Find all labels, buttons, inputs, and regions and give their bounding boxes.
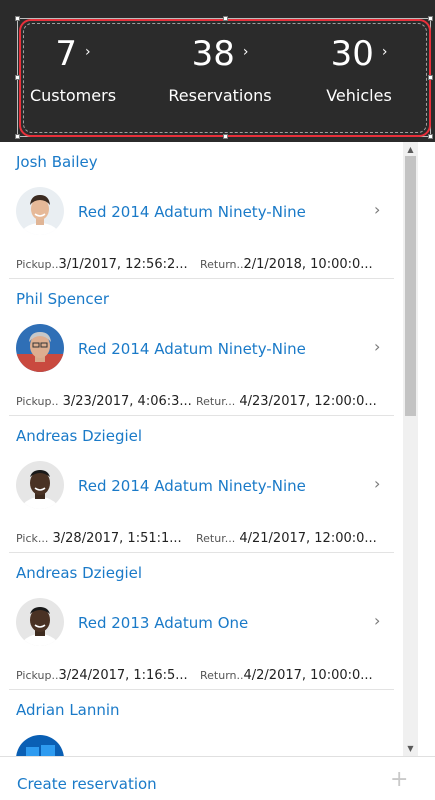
- avatar: [16, 598, 64, 646]
- windows-logo-icon: [16, 735, 64, 756]
- vehicle-name[interactable]: Red 2014 Adatum Ninety-Nine: [78, 203, 306, 221]
- return-info: Retur... 4/23/2017, 12:00:0...: [196, 394, 377, 409]
- scrollbar-thumb[interactable]: [405, 156, 416, 416]
- vehicle-name[interactable]: Red 2014 Adatum Ninety-Nine: [78, 477, 306, 495]
- chevron-right-icon: ›: [381, 44, 388, 60]
- avatar: [16, 187, 64, 235]
- pickup-info: Pick... 3/28/2017, 1:51:1...: [16, 531, 182, 546]
- pickup-date: 3/24/2017, 1:16:5...: [58, 668, 188, 683]
- customer-name[interactable]: Andreas Dziegiel: [16, 427, 142, 445]
- avatar: [16, 324, 64, 372]
- reservation-item[interactable]: Andreas Dziegiel Red 2014 Adatum Ninety-…: [0, 416, 403, 553]
- customer-name[interactable]: Phil Spencer: [16, 290, 109, 308]
- pickup-label: Pickup..: [16, 669, 59, 682]
- reservation-item[interactable]: Josh Bailey Red 2014 Adatum Ninety-Nine …: [0, 142, 403, 279]
- chevron-right-icon: ›: [242, 44, 249, 60]
- chevron-right-icon[interactable]: ›: [374, 474, 380, 493]
- reservation-item[interactable]: Phil Spencer Red 2014 Adatum Ninety-Nine…: [0, 279, 403, 416]
- stat-reservations-count: 38: [191, 34, 235, 74]
- return-date: 2/1/2018, 10:00:0...: [243, 257, 373, 272]
- reservation-item[interactable]: Adrian Lannin: [0, 690, 403, 756]
- return-date: 4/21/2017, 12:00:0...: [239, 531, 377, 546]
- return-date: 4/23/2017, 12:00:0...: [239, 394, 377, 409]
- vehicle-name[interactable]: Red 2014 Adatum Ninety-Nine: [78, 340, 306, 358]
- pickup-date: 3/28/2017, 1:51:1...: [52, 531, 182, 546]
- return-date: 4/2/2017, 10:00:0...: [243, 668, 373, 683]
- stat-vehicles[interactable]: 30 › Vehicles: [324, 34, 394, 106]
- stat-reservations-label: Reservations: [168, 86, 272, 105]
- avatar: [16, 461, 64, 509]
- pickup-date: 3/1/2017, 12:56:2...: [58, 257, 188, 272]
- pickup-label: Pickup..: [16, 258, 59, 271]
- customer-name[interactable]: Andreas Dziegiel: [16, 564, 142, 582]
- return-info: Retur... 4/21/2017, 12:00:0...: [196, 531, 377, 546]
- resize-handle-top-left[interactable]: [15, 16, 20, 21]
- stat-vehicles-count: 30: [330, 34, 374, 74]
- chevron-right-icon[interactable]: ›: [374, 611, 380, 630]
- customer-name[interactable]: Josh Bailey: [16, 153, 98, 171]
- return-label: Return..: [200, 258, 244, 271]
- resize-handle-bottom[interactable]: [223, 134, 228, 139]
- resize-handle-top-right[interactable]: [428, 16, 433, 21]
- pickup-label: Pick...: [16, 532, 49, 545]
- resize-handle-bottom-right[interactable]: [428, 134, 433, 139]
- stat-reservations[interactable]: 38 › Reservations: [167, 34, 273, 106]
- scroll-down-arrow-icon[interactable]: ▼: [403, 741, 418, 756]
- reservation-item[interactable]: Andreas Dziegiel Red 2013 Adatum One › P…: [0, 553, 403, 690]
- pickup-label: Pickup..: [16, 395, 59, 408]
- create-reservation-link[interactable]: Create reservation: [17, 775, 157, 793]
- resize-handle-left[interactable]: [15, 75, 20, 80]
- pickup-info: Pickup..3/1/2017, 12:56:2...: [16, 257, 188, 272]
- list-scrollbar[interactable]: ▲ ▼: [403, 142, 418, 756]
- return-label: Retur...: [196, 532, 236, 545]
- resize-handle-right[interactable]: [428, 75, 433, 80]
- stat-customers-label: Customers: [29, 86, 117, 105]
- resize-handle-bottom-left[interactable]: [15, 134, 20, 139]
- chevron-right-icon[interactable]: ›: [374, 337, 380, 356]
- pickup-info: Pickup.. 3/23/2017, 4:06:3...: [16, 394, 192, 409]
- stat-customers-count: 7: [55, 34, 78, 74]
- stats-header: 7 › Customers 38 › Reservations 30 › Vehicl…: [0, 0, 435, 142]
- chevron-right-icon: ›: [85, 44, 91, 60]
- pickup-info: Pickup..3/24/2017, 1:16:5...: [16, 668, 188, 683]
- reservation-list[interactable]: Josh Bailey Red 2014 Adatum Ninety-Nine …: [0, 142, 403, 756]
- return-info: Return..2/1/2018, 10:00:0...: [200, 257, 373, 272]
- pickup-date: 3/23/2017, 4:06:3...: [62, 394, 192, 409]
- scroll-up-arrow-icon[interactable]: ▲: [403, 142, 418, 157]
- customer-name[interactable]: Adrian Lannin: [16, 701, 120, 719]
- resize-handle-top[interactable]: [223, 16, 228, 21]
- chevron-right-icon[interactable]: ›: [374, 200, 380, 219]
- vehicle-name[interactable]: Red 2013 Adatum One: [78, 614, 248, 632]
- stat-customers[interactable]: 7 › Customers: [28, 34, 118, 106]
- return-info: Return..4/2/2017, 10:00:0...: [200, 668, 373, 683]
- add-icon[interactable]: +: [390, 769, 408, 791]
- return-label: Return..: [200, 669, 244, 682]
- return-label: Retur...: [196, 395, 236, 408]
- stat-vehicles-label: Vehicles: [326, 86, 392, 105]
- footer-bar: Create reservation +: [0, 756, 435, 800]
